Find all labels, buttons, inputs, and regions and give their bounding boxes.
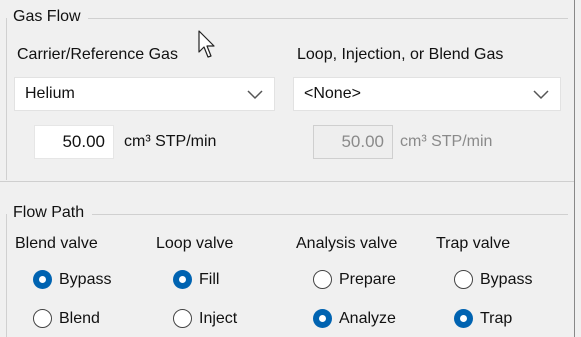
carrier-gas-dropdown[interactable]: Helium [14, 77, 275, 111]
carrier-gas-label: Carrier/Reference Gas [17, 46, 178, 63]
radio-unselected-icon [454, 270, 473, 289]
loop-gas-label: Loop, Injection, or Blend Gas [297, 46, 504, 63]
blend-valve-label: Blend valve [15, 235, 98, 252]
loop-gas-value: <None> [304, 85, 361, 102]
radio-label: Analyze [339, 309, 396, 327]
radio-unselected-icon [33, 309, 52, 328]
loop-valve-fill-radio[interactable]: Fill [173, 270, 219, 289]
mouse-cursor-icon [198, 30, 215, 58]
chevron-down-icon [533, 90, 549, 100]
radio-label: Fill [199, 270, 220, 288]
radio-selected-icon [454, 309, 473, 328]
loop-gas-dropdown[interactable]: <None> [293, 77, 561, 111]
radio-label: Trap [480, 309, 513, 327]
loop-valve-inject-radio[interactable]: Inject [173, 309, 237, 328]
loop-flow-input: 50.00 [313, 125, 393, 159]
gas-flow-title: Gas Flow [13, 8, 81, 25]
radio-selected-icon [173, 270, 192, 289]
gas-flow-separator [88, 18, 568, 19]
radio-selected-icon [33, 270, 52, 289]
trap-valve-label: Trap valve [436, 235, 511, 252]
analysis-valve-prepare-radio[interactable]: Prepare [313, 270, 396, 289]
flow-path-separator [92, 214, 568, 215]
loop-flow-unit: cm³ STP/min [400, 133, 493, 150]
gas-settings-panel: Gas Flow Carrier/Reference Gas Loop, Inj… [0, 0, 575, 337]
gas-flow-border-left [6, 18, 7, 180]
radio-label: Bypass [480, 270, 533, 288]
analysis-valve-analyze-radio[interactable]: Analyze [313, 309, 396, 328]
carrier-flow-unit: cm³ STP/min [124, 133, 217, 150]
blend-valve-bypass-radio[interactable]: Bypass [33, 270, 111, 289]
loop-valve-label: Loop valve [156, 235, 234, 252]
radio-unselected-icon [313, 270, 332, 289]
analysis-valve-label: Analysis valve [296, 235, 398, 252]
radio-selected-icon [313, 309, 332, 328]
radio-label: Prepare [339, 270, 396, 288]
carrier-gas-value: Helium [25, 85, 75, 102]
section-divider [0, 181, 574, 182]
carrier-flow-input[interactable]: 50.00 [34, 125, 114, 159]
flow-path-title: Flow Path [13, 204, 85, 221]
trap-valve-trap-radio[interactable]: Trap [454, 309, 512, 328]
radio-label: Inject [199, 309, 238, 327]
trap-valve-bypass-radio[interactable]: Bypass [454, 270, 532, 289]
blend-valve-blend-radio[interactable]: Blend [33, 309, 100, 328]
flow-path-border-left [6, 214, 7, 337]
chevron-down-icon [247, 90, 263, 100]
radio-unselected-icon [173, 309, 192, 328]
radio-label: Bypass [59, 270, 112, 288]
radio-label: Blend [59, 309, 100, 327]
